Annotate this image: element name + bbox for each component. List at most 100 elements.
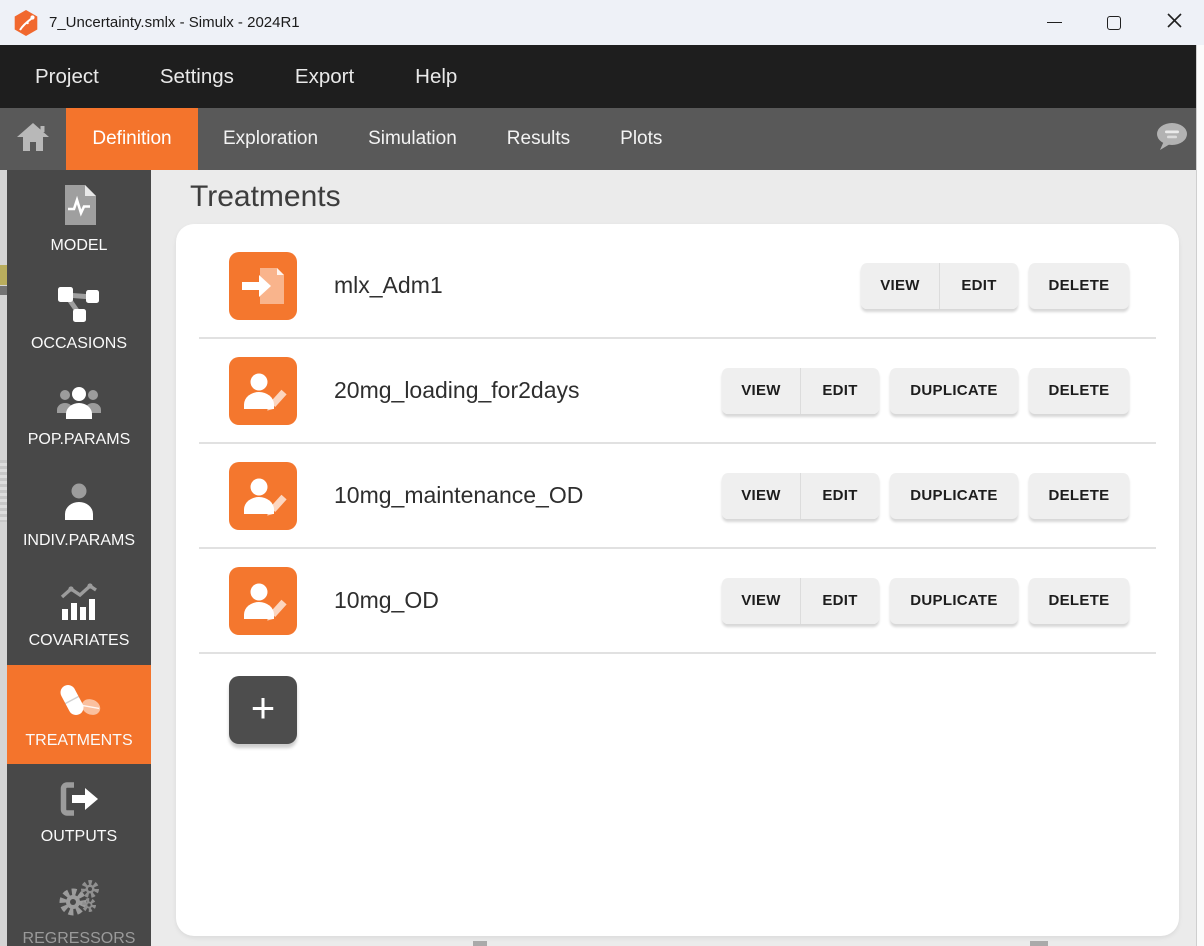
delete-button[interactable]: DELETE [1029,368,1129,414]
minimize-icon [1047,22,1062,23]
treatment-row-10mg-maintenance: 10mg_maintenance_OD VIEW EDIT DUPLICATE … [176,444,1179,547]
treatment-name: 10mg_maintenance_OD [334,482,722,509]
sidebar-item-label: POP.PARAMS [28,431,131,449]
view-button[interactable]: VIEW [861,263,939,309]
delete-button[interactable]: DELETE [1029,578,1129,624]
population-people-icon [56,386,102,424]
sidebar-item-label: COVARIATES [29,632,130,650]
treatment-list: mlx_Adm1 VIEW EDIT DELETE [176,224,1179,744]
covariates-barchart-icon [58,582,100,625]
edit-button[interactable]: EDIT [800,368,879,414]
left-gutter [0,170,7,946]
sidebar-item-label: INDIV.PARAMS [23,532,135,550]
app-window: 7_Uncertainty.smlx - Simulx - 2024R1 Pro… [0,0,1204,946]
tab-plots[interactable]: Plots [595,108,687,170]
treatments-pills-icon [56,680,102,725]
menubar: Project Settings Export Help [0,45,1204,108]
treatment-name: 20mg_loading_for2days [334,377,722,404]
sidebar-item-pop-params[interactable]: POP.PARAMS [7,368,151,467]
sidebar: MODEL OCCASIONS [7,170,151,946]
individual-person-icon [63,483,95,525]
home-icon [17,123,49,156]
window-controls [1024,0,1204,45]
tabbar: Definition Exploration Simulation Result… [0,108,1204,170]
sidebar-item-label: TREATMENTS [25,732,132,750]
simulx-logo-icon [13,9,39,37]
cutoff-content-fragment [473,941,487,946]
edit-button[interactable]: EDIT [800,578,879,624]
sidebar-item-treatments[interactable]: TREATMENTS [7,665,151,764]
sidebar-item-label: REGRESSORS [23,930,136,946]
sidebar-item-regressors: REGRESSORS [7,863,151,946]
tab-results[interactable]: Results [482,108,595,170]
gutter-artifact [0,286,7,295]
view-button[interactable]: VIEW [722,473,800,519]
plus-icon: + [251,687,276,729]
treatment-row-mlx-adm1: mlx_Adm1 VIEW EDIT DELETE [176,234,1179,337]
close-button[interactable] [1144,0,1204,45]
page-title: Treatments [190,180,341,214]
sidebar-item-label: OUTPUTS [41,828,117,846]
sidebar-item-label: MODEL [51,237,108,255]
import-treatment-icon [229,252,297,320]
home-button[interactable] [0,108,66,170]
duplicate-button[interactable]: DUPLICATE [890,473,1018,519]
sidebar-item-occasions[interactable]: OCCASIONS [7,269,151,368]
person-edit-icon [229,567,297,635]
sidebar-item-label: OCCASIONS [31,335,127,353]
menu-item-help[interactable]: Help [415,65,457,89]
edit-button[interactable]: EDIT [800,473,879,519]
row-actions: VIEW EDIT DUPLICATE DELETE [722,578,1129,624]
model-document-pulse-icon [62,185,96,230]
sidebar-item-covariates[interactable]: COVARIATES [7,566,151,665]
menu-item-settings[interactable]: Settings [160,65,234,89]
treatment-name: 10mg_OD [334,587,722,614]
cutoff-content-fragment [1030,941,1048,946]
view-edit-group: VIEW EDIT [861,263,1018,309]
delete-button[interactable]: DELETE [1029,473,1129,519]
sidebar-item-model[interactable]: MODEL [7,170,151,269]
tab-exploration[interactable]: Exploration [198,108,343,170]
treatment-row-10mg-od: 10mg_OD VIEW EDIT DUPLICATE DELETE [176,549,1179,652]
window-title: 7_Uncertainty.smlx - Simulx - 2024R1 [49,14,300,31]
duplicate-button[interactable]: DUPLICATE [890,578,1018,624]
view-button[interactable]: VIEW [722,368,800,414]
person-edit-icon [229,357,297,425]
duplicate-button[interactable]: DUPLICATE [890,368,1018,414]
occasions-network-icon [56,285,102,328]
main-content: Treatments mlx_Adm1 [151,170,1204,946]
delete-button[interactable]: DELETE [1029,263,1129,309]
edit-button[interactable]: EDIT [939,263,1018,309]
maximize-icon [1107,16,1121,30]
view-edit-group: VIEW EDIT [722,473,879,519]
scrollbar[interactable] [1196,45,1204,946]
treatment-row-20mg-loading: 20mg_loading_for2days VIEW EDIT DUPLICAT… [176,339,1179,442]
maximize-button[interactable] [1084,0,1144,45]
sidebar-item-indiv-params[interactable]: INDIV.PARAMS [7,467,151,566]
minimize-button[interactable] [1024,0,1084,45]
treatment-name: mlx_Adm1 [334,272,861,299]
chat-bubble-icon [1154,138,1188,155]
row-actions: VIEW EDIT DUPLICATE DELETE [722,473,1129,519]
gutter-artifact [0,460,7,522]
treatments-card: mlx_Adm1 VIEW EDIT DELETE [176,224,1179,936]
menu-item-export[interactable]: Export [295,65,354,89]
add-treatment-button[interactable]: + [229,676,297,744]
close-icon [1167,13,1182,33]
menu-item-project[interactable]: Project [35,65,99,89]
view-button[interactable]: VIEW [722,578,800,624]
tab-definition[interactable]: Definition [66,108,198,170]
view-edit-group: VIEW EDIT [722,368,879,414]
gutter-artifact [0,265,7,285]
tab-simulation[interactable]: Simulation [343,108,482,170]
regressors-gears-icon [56,878,102,923]
row-actions: VIEW EDIT DELETE [861,263,1129,309]
titlebar: 7_Uncertainty.smlx - Simulx - 2024R1 [0,0,1204,45]
add-row: + [176,654,1179,744]
view-edit-group: VIEW EDIT [722,578,879,624]
outputs-export-icon [59,782,99,821]
feedback-button[interactable] [1154,122,1188,156]
row-actions: VIEW EDIT DUPLICATE DELETE [722,368,1129,414]
person-edit-icon [229,462,297,530]
sidebar-item-outputs[interactable]: OUTPUTS [7,764,151,863]
